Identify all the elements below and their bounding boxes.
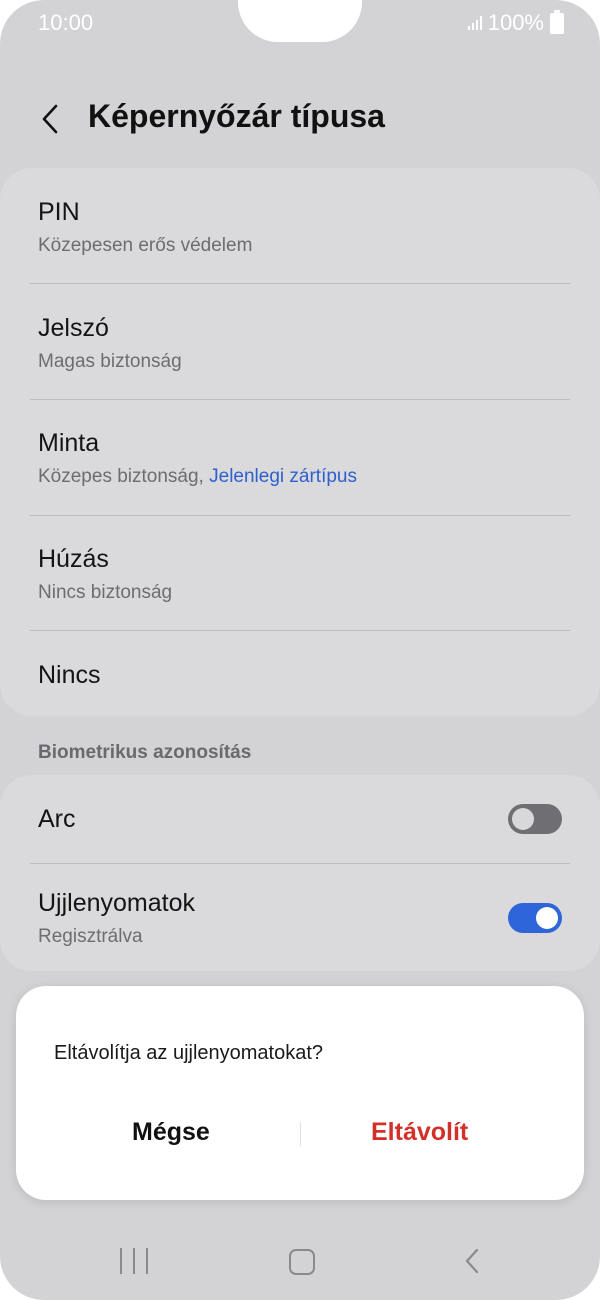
face-row[interactable]: Arc: [38, 805, 570, 834]
status-time: 10:00: [38, 10, 94, 35]
divider: [30, 399, 570, 400]
divider: [30, 283, 570, 284]
dialog-message: Eltávolítja az ujjlenyomatokat?: [54, 1042, 324, 1064]
toggle-knob: [536, 907, 558, 929]
navigation-bar: [0, 1230, 600, 1300]
fingerprint-row[interactable]: Ujjlenyomatok Regisztrálva: [38, 889, 570, 948]
lock-option-pin[interactable]: PIN Közepesen erős védelem: [38, 198, 570, 257]
phone-screen: 10:00 100% Képernyőzár típusa PIN Közepe…: [0, 0, 600, 1300]
remove-fingerprints-dialog: Eltávolítja az ujjlenyomatokat? Mégse El…: [16, 986, 584, 1200]
option-subtitle: Közepes biztonság, Jelenlegi zártípus: [38, 466, 570, 488]
battery-icon: [550, 9, 564, 34]
recents-icon[interactable]: [120, 1248, 148, 1274]
divider: [30, 630, 570, 631]
option-title: Minta: [38, 429, 100, 457]
divider: [30, 863, 570, 864]
lock-option-swipe[interactable]: Húzás Nincs biztonság: [38, 545, 570, 604]
button-separator: [300, 1122, 301, 1146]
cancel-button[interactable]: Mégse: [132, 1118, 210, 1147]
lock-type-list: PIN Közepesen erős védelem Jelszó Magas …: [0, 168, 600, 716]
face-title: Arc: [38, 805, 76, 833]
option-title: Nincs: [38, 661, 101, 689]
signal-icon: [467, 16, 482, 30]
lock-option-pattern[interactable]: Minta Közepes biztonság, Jelenlegi zártí…: [38, 429, 570, 488]
option-subtitle: Közepesen erős védelem: [38, 235, 253, 256]
chevron-left-icon[interactable]: [36, 102, 70, 136]
fingerprint-title: Ujjlenyomatok: [38, 889, 196, 917]
face-toggle[interactable]: [508, 804, 562, 834]
biometrics-section-label: Biometrikus azonosítás: [38, 742, 252, 763]
option-title: Jelszó: [38, 314, 109, 342]
remove-button[interactable]: Eltávolít: [371, 1118, 468, 1147]
option-title: Húzás: [38, 545, 109, 573]
biometrics-list: Arc Ujjlenyomatok Regisztrálva: [0, 775, 600, 971]
toggle-knob: [512, 808, 534, 830]
status-indicators: 100%: [467, 9, 564, 36]
lock-option-password[interactable]: Jelszó Magas biztonság: [38, 314, 570, 373]
option-subtitle: Nincs biztonság: [38, 582, 173, 603]
divider: [30, 515, 570, 516]
fingerprint-toggle[interactable]: [508, 903, 562, 933]
home-icon[interactable]: [289, 1249, 315, 1275]
fingerprint-subtitle: Regisztrálva: [38, 926, 143, 947]
page-title: Képernyőzár típusa: [88, 98, 385, 134]
option-title: PIN: [38, 198, 80, 226]
camera-notch: [238, 0, 362, 42]
battery-percent: 100%: [487, 10, 544, 35]
option-subtitle: Magas biztonság: [38, 351, 182, 372]
nav-back-icon[interactable]: [462, 1247, 482, 1275]
lock-option-none[interactable]: Nincs: [38, 661, 570, 690]
current-lock-type-label: Jelenlegi zártípus: [209, 466, 357, 487]
option-subtitle-text: Közepes biztonság,: [38, 466, 210, 487]
